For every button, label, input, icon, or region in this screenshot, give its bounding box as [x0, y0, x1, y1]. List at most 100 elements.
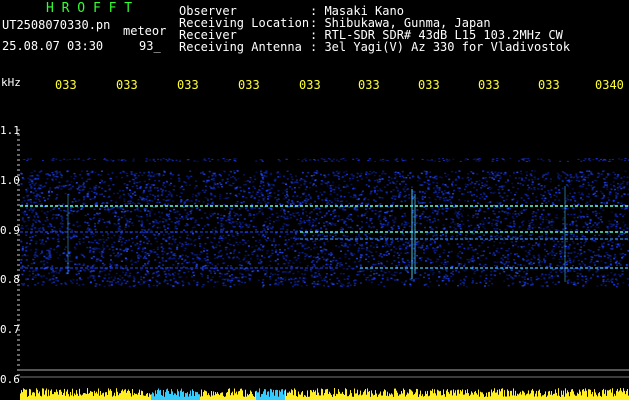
noise-pixel [572, 197, 575, 200]
noise-pixel [473, 270, 476, 273]
noise-pixel [258, 241, 261, 244]
noise-pixel [251, 246, 254, 248]
noise-pixel [344, 256, 347, 258]
noise-pixel [459, 279, 462, 282]
noise-pixel [102, 246, 104, 248]
noise-pixel [338, 207, 341, 209]
noise-pixel [551, 275, 554, 277]
noise-pixel [374, 188, 377, 190]
noise-pixel [288, 205, 291, 208]
noise-pixel [147, 272, 150, 275]
noise-pixel [531, 215, 534, 218]
noise-pixel [338, 246, 341, 248]
noise-pixel [506, 214, 509, 216]
noise-pixel [64, 184, 67, 187]
noise-pixel [323, 278, 326, 280]
noise-pixel [253, 197, 256, 199]
noise-pixel [51, 229, 54, 231]
noise-pixel [340, 241, 343, 244]
noise-pixel [227, 264, 230, 267]
noise-pixel [250, 274, 252, 277]
noise-pixel [490, 274, 493, 276]
noise-pixel [60, 185, 63, 188]
noise-pixel [160, 243, 163, 245]
noise-pixel [608, 199, 611, 201]
noise-pixel [499, 195, 502, 197]
noise-pixel [258, 279, 260, 281]
noise-pixel [617, 201, 620, 204]
noise-pixel [501, 186, 504, 188]
noise-pixel [357, 251, 360, 253]
noise-pixel [119, 195, 122, 197]
noise-pixel [181, 284, 184, 287]
noise-pixel [183, 181, 186, 183]
noise-pixel [496, 261, 499, 264]
noise-pixel [190, 209, 193, 211]
noise-pixel [480, 250, 483, 252]
noise-pixel [228, 275, 231, 277]
noise-pixel [52, 281, 55, 283]
noise-pixel [228, 248, 231, 251]
noise-pixel [549, 271, 552, 273]
noise-pixel [38, 200, 41, 202]
noise-pixel [531, 263, 533, 266]
noise-pixel [329, 184, 332, 187]
noise-pixel [131, 263, 133, 266]
noise-pixel [329, 213, 332, 216]
noise-pixel [350, 267, 353, 270]
noise-pixel [357, 249, 360, 252]
noise-pixel [178, 269, 181, 272]
noise-pixel [187, 213, 190, 216]
noise-pixel [330, 224, 333, 226]
noise-pixel [316, 213, 318, 215]
noise-pixel [320, 252, 323, 254]
noise-pixel [544, 273, 547, 276]
noise-pixel [386, 250, 389, 253]
noise-pixel [340, 203, 343, 205]
noise-pixel [608, 173, 611, 175]
noise-pixel [617, 182, 619, 185]
noise-pixel [304, 277, 307, 280]
noise-pixel [425, 208, 428, 210]
noise-pixel [553, 275, 556, 277]
noise-pixel [157, 256, 160, 258]
noise-pixel [501, 188, 504, 191]
noise-pixel [287, 199, 290, 201]
noise-pixel [587, 208, 590, 210]
noise-pixel [416, 209, 419, 211]
noise-pixel [482, 170, 484, 172]
noise-pixel [370, 226, 373, 229]
noise-pixel [337, 186, 340, 188]
noise-pixel [128, 180, 131, 183]
noise-pixel [527, 251, 530, 254]
noise-pixel [282, 257, 285, 259]
noise-pixel [431, 273, 434, 276]
noise-pixel [117, 216, 120, 218]
noise-pixel [416, 197, 419, 199]
noise-pixel [495, 219, 498, 222]
noise-pixel [549, 180, 552, 183]
noise-pixel [326, 235, 328, 237]
noise-pixel [144, 210, 147, 212]
noise-pixel [92, 267, 95, 270]
noise-pixel [240, 202, 243, 204]
noise-pixel [144, 264, 147, 266]
noise-pixel [30, 191, 33, 193]
noise-pixel [565, 263, 568, 266]
noise-pixel [277, 190, 280, 192]
noise-pixel [390, 241, 393, 243]
noise-pixel [179, 217, 182, 220]
noise-pixel [224, 273, 227, 276]
noise-pixel [554, 187, 557, 189]
noise-pixel [393, 246, 396, 248]
noise-pixel [264, 221, 267, 223]
noise-pixel [222, 282, 225, 285]
noise-pixel [29, 215, 32, 217]
noise-pixel [334, 174, 337, 177]
noise-pixel [305, 175, 308, 177]
noise-pixel [274, 273, 277, 275]
noise-pixel [247, 254, 250, 256]
noise-pixel [293, 203, 296, 206]
noise-pixel [229, 252, 232, 254]
noise-pixel [549, 196, 552, 198]
